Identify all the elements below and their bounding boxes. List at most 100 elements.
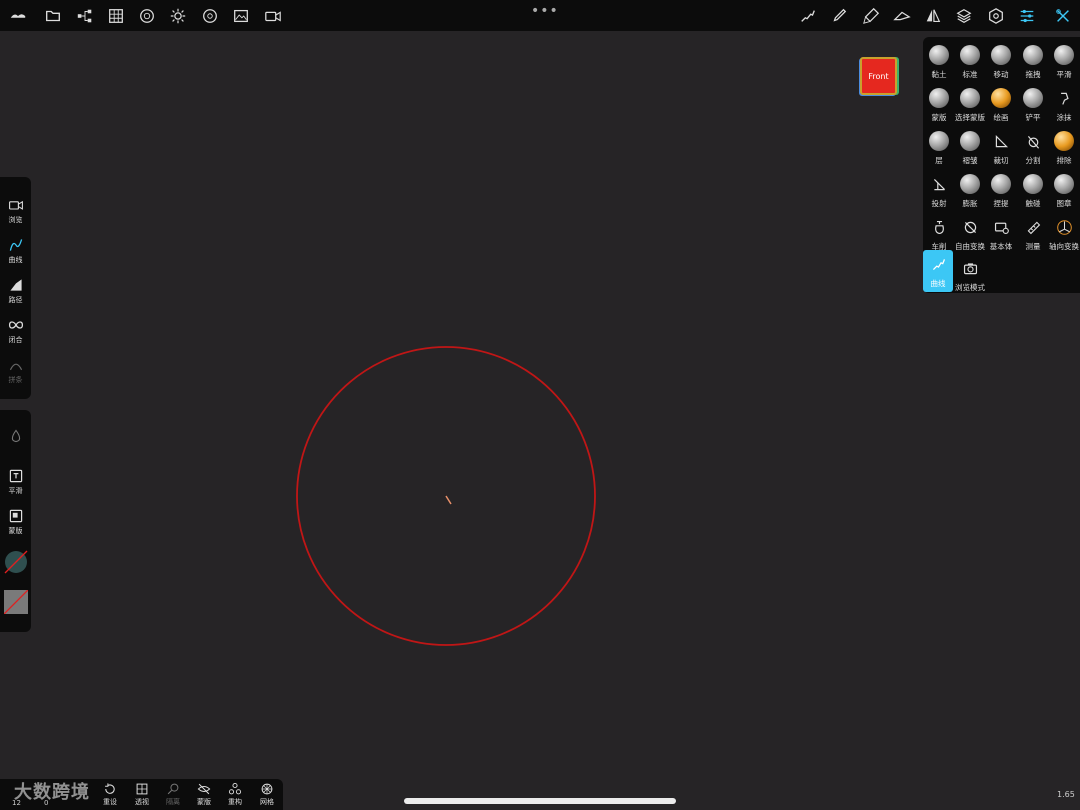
top-toolbar: •••	[0, 0, 1080, 31]
symmetry-icon[interactable]	[923, 6, 943, 26]
tool-layer[interactable]: 层	[924, 127, 954, 169]
menu-dots[interactable]: •••	[531, 3, 559, 19]
mask-sphere-icon	[929, 88, 949, 108]
tool-free-transform[interactable]: 自由变换	[955, 213, 985, 255]
tool-panel: 黏土 标准 移动 拖拽 平滑 蒙版 选择蒙版 绘画 铲平 涂抹 层 褶皱 裁切 …	[923, 37, 1080, 293]
trim-icon	[991, 131, 1011, 151]
curve-stroke-icon	[928, 254, 948, 274]
viewport-canvas[interactable]	[0, 0, 1080, 810]
mask-box-icon	[9, 509, 22, 523]
matcap-sphere-icon	[4, 550, 27, 574]
measure-ruler-icon	[1023, 217, 1043, 237]
tool-inflate[interactable]: 膨胀	[955, 170, 985, 212]
left-item-matcap[interactable]	[0, 550, 31, 574]
mesh-icon	[261, 783, 273, 795]
tool-mask[interactable]: 蒙版	[924, 84, 954, 126]
curve-icon	[9, 239, 22, 251]
stroke-icon[interactable]	[798, 6, 818, 26]
left-item-close[interactable]: 闭合	[0, 317, 31, 345]
video-camera-icon[interactable]	[263, 6, 283, 26]
tool-exclude[interactable]: 排除	[1049, 127, 1079, 169]
left-item-browse[interactable]: 浏览	[0, 197, 31, 225]
tool-project[interactable]: 投射	[924, 170, 954, 212]
light-sun-icon[interactable]	[168, 6, 188, 26]
view-cube-label: Front	[868, 71, 889, 81]
scene-tree-icon[interactable]	[75, 6, 95, 26]
tool-view-mode[interactable]: 浏览模式	[955, 254, 985, 296]
tool-clay[interactable]: 黏土	[924, 41, 954, 83]
perspective-grid-icon	[136, 783, 148, 795]
tool-paint[interactable]: 绘画	[986, 84, 1016, 126]
tube-sphere-icon	[1023, 174, 1043, 194]
version-label: 1.65	[1057, 790, 1075, 799]
smooth-box-icon	[9, 469, 22, 483]
remesh-icon	[228, 782, 242, 795]
image-icon[interactable]	[231, 6, 251, 26]
inflate-sphere-icon	[960, 174, 980, 194]
tool-crease[interactable]: 褶皱	[955, 127, 985, 169]
smooth-sphere-icon	[1054, 45, 1074, 65]
folder-icon[interactable]	[43, 6, 63, 26]
crease-sphere-icon	[960, 131, 980, 151]
view-cube[interactable]: Front	[860, 57, 897, 95]
tool-drag[interactable]: 拖拽	[1018, 41, 1048, 83]
tool-smudge[interactable]: 涂抹	[1049, 84, 1079, 126]
left-item-spline[interactable]: 拼条	[0, 357, 31, 385]
home-indicator[interactable]	[404, 798, 676, 804]
left-item-mask[interactable]: 蒙版	[0, 508, 31, 536]
reset-icon	[105, 783, 115, 794]
left-item-color[interactable]	[0, 590, 31, 614]
tool-tube[interactable]: 触碰	[1018, 170, 1048, 212]
material-sphere-icon[interactable]	[137, 6, 157, 26]
curve-tick-mark	[445, 495, 452, 505]
grid-icon[interactable]	[106, 6, 126, 26]
hidden-eye-icon	[197, 783, 211, 795]
tool-curve-active[interactable]: 曲线	[923, 250, 953, 292]
logo-icon[interactable]	[8, 6, 28, 26]
tool-standard[interactable]: 标准	[955, 41, 985, 83]
exclude-sphere-icon	[1054, 131, 1074, 151]
left-curve-panel: 浏览 曲线 路径 闭合 拼条	[0, 177, 31, 399]
flatten-sphere-icon	[1023, 88, 1043, 108]
bottom-remesh[interactable]: 重构	[220, 782, 250, 807]
settings-gear-icon[interactable]	[986, 6, 1006, 26]
tool-measure[interactable]: 测量	[1018, 213, 1048, 255]
video-camera-icon	[8, 200, 23, 210]
bottom-isolate[interactable]: 隔离	[158, 782, 188, 807]
tool-primitive[interactable]: 基本体	[986, 213, 1016, 255]
tool-select-mask[interactable]: 选择蒙版	[955, 84, 985, 126]
left-item-radius[interactable]	[0, 428, 31, 444]
tool-pinch[interactable]: 捏提	[986, 170, 1016, 212]
smudge-icon	[1054, 88, 1074, 108]
sliders-icon[interactable]	[1017, 6, 1037, 26]
drag-sphere-icon	[1023, 45, 1043, 65]
brush-icon[interactable]	[829, 6, 849, 26]
tools-icon[interactable]	[1053, 6, 1073, 26]
left-item-path[interactable]: 路径	[0, 277, 31, 305]
paint-icon[interactable]	[861, 6, 881, 26]
lasso-icon[interactable]	[892, 6, 912, 26]
tool-smooth[interactable]: 平滑	[1049, 41, 1079, 83]
left-item-smooth[interactable]: 平滑	[0, 468, 31, 496]
tool-move[interactable]: 移动	[986, 41, 1016, 83]
tool-split[interactable]: 分割	[1018, 127, 1048, 169]
split-icon	[1023, 131, 1043, 151]
aperture-icon[interactable]	[200, 6, 220, 26]
layers-icon[interactable]	[954, 6, 974, 26]
tool-gizmo[interactable]: 轴向变换	[1049, 213, 1079, 255]
color-swatch-icon	[3, 590, 28, 614]
path-icon	[9, 279, 22, 291]
tool-lathe[interactable]: 车削	[924, 213, 954, 255]
clay-sphere-icon	[929, 45, 949, 65]
move-sphere-icon	[991, 45, 1011, 65]
tool-flatten[interactable]: 铲平	[1018, 84, 1048, 126]
bottom-perspective[interactable]: 透视	[127, 782, 157, 807]
left-item-curve[interactable]: 曲线	[0, 237, 31, 265]
bottom-reset[interactable]: 重设	[95, 782, 125, 807]
select-mask-sphere-icon	[960, 88, 980, 108]
tool-trim[interactable]: 裁切	[986, 127, 1016, 169]
bottom-hide[interactable]: 蒙版	[189, 782, 219, 807]
tool-stamp[interactable]: 图章	[1049, 170, 1079, 212]
paint-sphere-icon	[991, 88, 1011, 108]
bottom-mesh[interactable]: 网格	[252, 782, 282, 807]
